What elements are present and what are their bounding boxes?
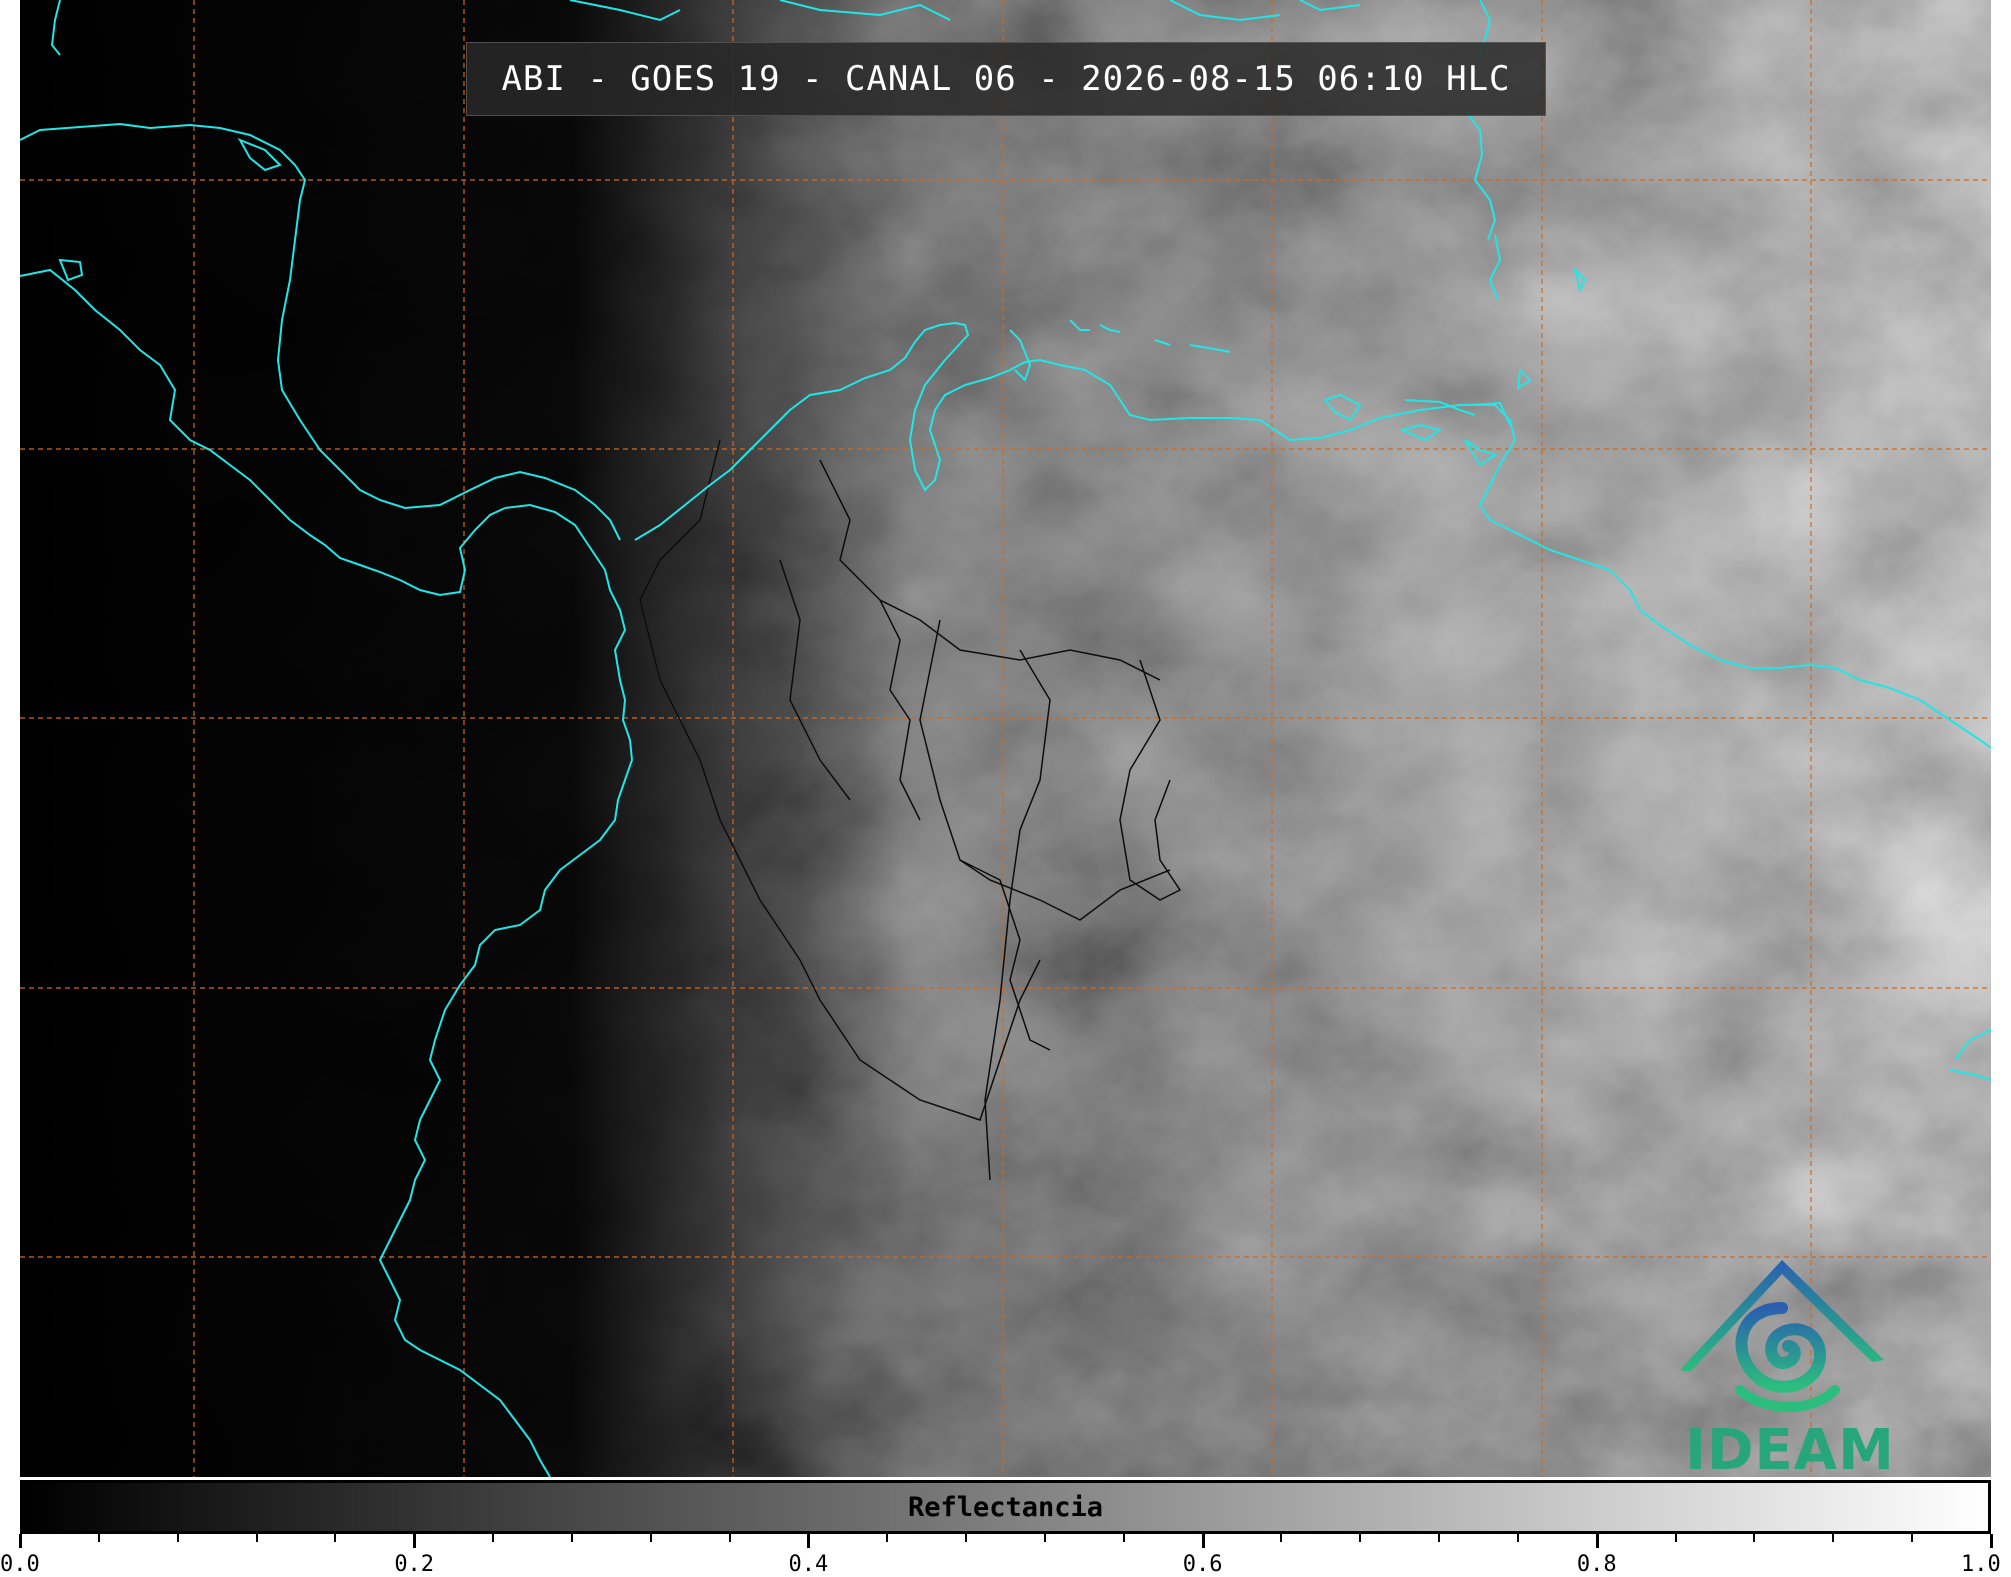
colorbar-minor-tick (965, 1534, 968, 1542)
colorbar-tick-label: 0.8 (1576, 1552, 1617, 1577)
colorbar-minor-tick (1674, 1534, 1677, 1542)
colorbar-ticks: 0.0 0.2 0.4 0.6 0.8 1.0 (0, 1534, 2011, 1577)
colorbar-minor-tick (886, 1534, 889, 1542)
colorbar-minor-tick (1359, 1534, 1362, 1542)
colorbar-minor-tick (728, 1534, 731, 1542)
colorbar-major-tick (1990, 1534, 1993, 1548)
colorbar-major-tick (807, 1534, 811, 1548)
colorbar-tick-label: 0.6 (1182, 1552, 1223, 1577)
ideam-logo-icon (1680, 1260, 1884, 1412)
colorbar-minor-tick (570, 1534, 573, 1542)
title-box: ABI - GOES 19 - CANAL 06 - 2026-08-15 06… (466, 42, 1546, 116)
colorbar-minor-tick (255, 1534, 258, 1542)
colorbar-major-tick (1201, 1534, 1205, 1548)
colorbar-minor-tick (1753, 1534, 1756, 1542)
ideam-logo: IDEAM (1660, 1250, 1920, 1477)
map-title: ABI - GOES 19 - CANAL 06 - 2026-08-15 06… (501, 59, 1511, 99)
colorbar-tick-label: 0.4 (788, 1552, 829, 1577)
colorbar-minor-tick (1832, 1534, 1835, 1542)
colorbar-minor-tick (1438, 1534, 1441, 1542)
colorbar-minor-tick (1043, 1534, 1046, 1542)
colorbar-minor-tick (1122, 1534, 1125, 1542)
colorbar: Reflectancia (20, 1480, 1991, 1534)
colorbar-major-tick (413, 1534, 417, 1548)
colorbar-tick-label: 0.2 (394, 1552, 435, 1577)
colorbar-major-tick (19, 1534, 22, 1548)
colorbar-minor-tick (1280, 1534, 1283, 1542)
colorbar-minor-tick (334, 1534, 337, 1542)
colorbar-minor-tick (97, 1534, 100, 1542)
colorbar-major-tick (1595, 1534, 1599, 1548)
ideam-logo-text: IDEAM (1685, 1418, 1895, 1477)
colorbar-tick-label: 1.0 (1961, 1552, 2001, 1577)
colorbar-minor-tick (649, 1534, 652, 1542)
satellite-map: ABI - GOES 19 - CANAL 06 - 2026-08-15 06… (20, 0, 1991, 1477)
colorbar-minor-tick (176, 1534, 179, 1542)
colorbar-tick-label: 0.0 (0, 1552, 40, 1577)
colorbar-minor-tick (1516, 1534, 1519, 1542)
colorbar-minor-tick (1911, 1534, 1914, 1542)
colorbar-label: Reflectancia (907, 1491, 1104, 1523)
colorbar-minor-tick (492, 1534, 495, 1542)
